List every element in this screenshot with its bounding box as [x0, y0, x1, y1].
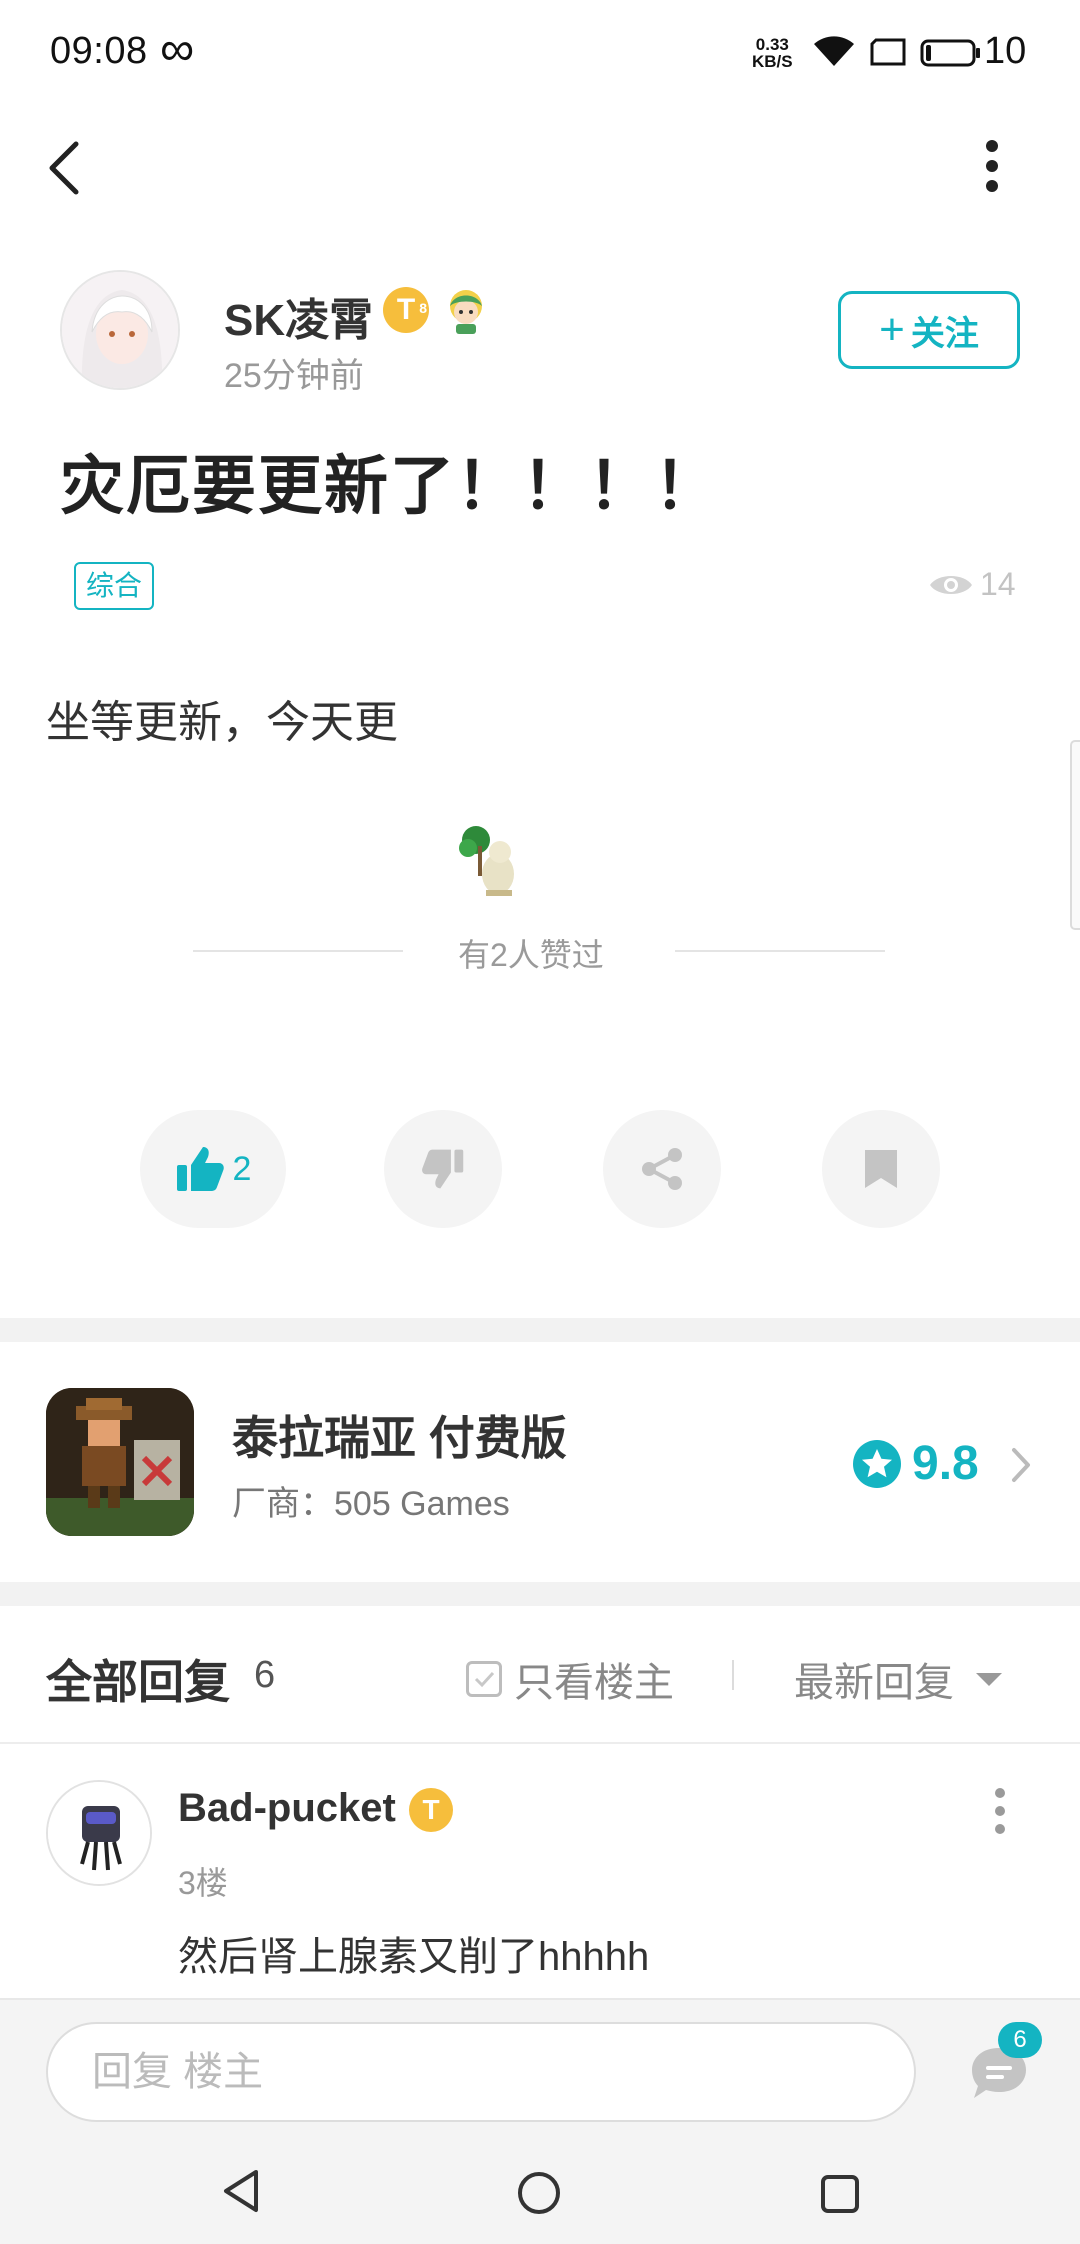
section-separator: [0, 1582, 1080, 1606]
nav-home-icon[interactable]: [516, 2170, 562, 2216]
comment-floor: 3楼: [178, 1865, 228, 1901]
share-button[interactable]: [603, 1110, 721, 1228]
infinity-icon: ∞: [160, 23, 195, 76]
network-speed: 0.33 KB/S: [752, 36, 793, 70]
sort-label: 最新回复: [794, 1661, 954, 1705]
battery-level: 10: [984, 30, 1027, 72]
only-author-label: 只看楼主: [514, 1661, 674, 1705]
more-vertical-icon[interactable]: [985, 140, 999, 192]
view-count-value: 14: [980, 566, 1016, 602]
plus-icon: +: [879, 305, 905, 354]
author-name[interactable]: SK凌霄: [224, 284, 373, 348]
reply-input[interactable]: 回复 楼主: [46, 2022, 916, 2122]
anime-girl-avatar-icon: [62, 272, 178, 388]
liker-avatar-icon[interactable]: [456, 822, 524, 898]
author-avatar[interactable]: [60, 270, 180, 390]
like-count: 2: [232, 1149, 252, 1188]
check-mark-icon: [474, 1671, 495, 1688]
caret-down-icon: [976, 1672, 1002, 1686]
follow-button[interactable]: + 关注: [838, 291, 1020, 369]
vertical-divider: [732, 1660, 734, 1690]
rating-value: 9.8: [912, 1437, 979, 1490]
scrollbar-thumb[interactable]: [1070, 740, 1080, 930]
checkbox-icon: [466, 1661, 502, 1697]
thumbs-up-icon: [176, 1147, 224, 1191]
post-body: 坐等更新，今天更: [46, 698, 398, 747]
follow-label: 关注: [910, 314, 979, 353]
thumbs-down-icon: [422, 1149, 464, 1189]
level-badge-label: T: [396, 293, 416, 326]
status-time: 09:08: [50, 30, 148, 72]
comment-author[interactable]: Bad-pucket: [178, 1786, 396, 1831]
liked-summary[interactable]: 有2人赞过: [458, 930, 604, 976]
share-icon: [642, 1148, 682, 1190]
nav-back-icon[interactable]: [220, 2168, 262, 2214]
game-vendor: 厂商：505 Games: [232, 1485, 510, 1523]
character-badge-icon: [450, 290, 482, 334]
divider-line: [0, 1742, 1080, 1744]
divider-line: [675, 950, 885, 952]
post-time: 25分钟前: [224, 357, 364, 395]
dislike-button[interactable]: [384, 1110, 502, 1228]
back-arrow-icon[interactable]: [44, 138, 84, 198]
star-icon: [853, 1439, 901, 1488]
replies-count: 6: [254, 1654, 276, 1696]
post-title: 灾厄要更新了！！！！: [60, 450, 720, 522]
view-count: 14: [928, 566, 1016, 603]
section-separator: [0, 1318, 1080, 1342]
network-speed-value: 0.33: [755, 35, 789, 54]
network-speed-unit: KB/S: [752, 52, 793, 71]
game-rating[interactable]: 9.8: [852, 1436, 979, 1491]
game-name[interactable]: 泰拉瑞亚 付费版: [232, 1402, 567, 1468]
comment-text: 然后肾上腺素又削了hhhhh: [178, 1935, 650, 1979]
comment-avatar[interactable]: [46, 1780, 152, 1886]
level-badge-icon: T: [409, 1788, 453, 1832]
divider-line: [193, 950, 403, 952]
battery-icon: [920, 39, 980, 67]
terraria-game-icon: [46, 1388, 194, 1536]
category-tag[interactable]: 综合: [74, 562, 154, 610]
nav-recents-icon[interactable]: [820, 2174, 860, 2214]
level-badge-icon: T8: [383, 287, 429, 333]
wifi-icon: [814, 36, 854, 66]
bookmark-button[interactable]: [822, 1110, 940, 1228]
like-button[interactable]: 2: [140, 1110, 286, 1228]
game-icon[interactable]: [46, 1388, 194, 1536]
only-author-toggle[interactable]: 只看楼主: [466, 1650, 674, 1708]
sort-dropdown[interactable]: 最新回复: [794, 1650, 1002, 1708]
bucket-character-avatar-icon: [48, 1782, 150, 1884]
bookmark-icon: [865, 1150, 897, 1188]
eye-icon: [930, 575, 972, 594]
chevron-right-icon[interactable]: [1010, 1446, 1032, 1484]
screen-rotate-icon: [870, 38, 906, 66]
message-count-badge: 6: [998, 2022, 1042, 2058]
replies-title: 全部回复: [46, 1656, 230, 1708]
more-vertical-icon[interactable]: [994, 1788, 1006, 1834]
